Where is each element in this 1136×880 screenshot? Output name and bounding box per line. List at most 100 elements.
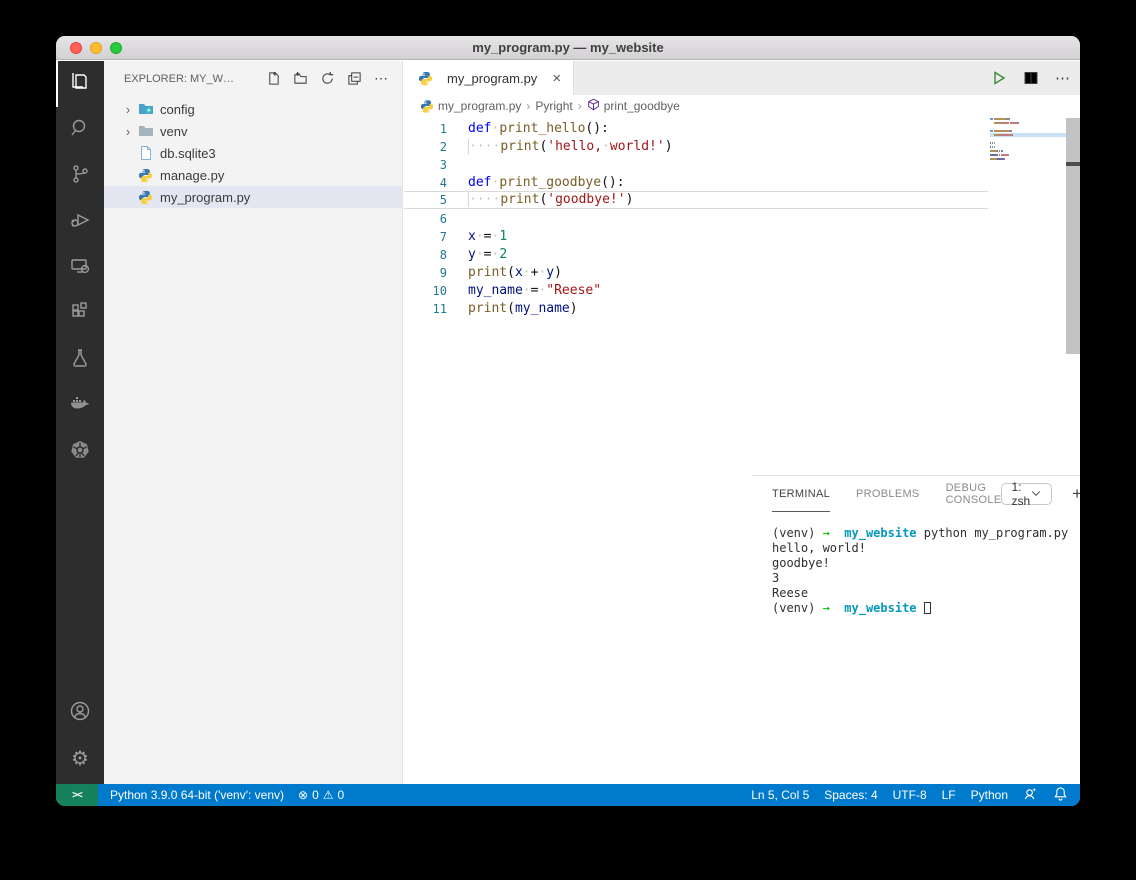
breadcrumb-scope[interactable]: Pyright xyxy=(535,99,572,113)
activity-testing[interactable] xyxy=(56,337,104,383)
activity-extensions[interactable] xyxy=(56,291,104,337)
remote-indicator[interactable]: >< xyxy=(56,784,98,806)
status-bar: >< Python 3.9.0 64-bit ('venv': venv) ⊗ … xyxy=(56,784,1080,806)
python-icon xyxy=(420,99,434,113)
panel-header: TERMINAL PROBLEMS DEBUG CONSOLE 1: zsh + xyxy=(752,476,1080,512)
python-icon xyxy=(138,189,154,205)
line-number: 3 xyxy=(404,156,447,172)
editor-scrollbar[interactable] xyxy=(1066,118,1080,354)
chevron-right-icon[interactable]: › xyxy=(120,102,136,117)
minimap[interactable] xyxy=(990,117,1056,161)
tab-problems[interactable]: PROBLEMS xyxy=(856,476,920,512)
source-control-icon xyxy=(68,162,92,191)
feedback-icon[interactable] xyxy=(1023,786,1038,804)
traffic-lights xyxy=(70,42,122,54)
terminal-line: (venv) → my_website python my_program.py xyxy=(772,526,1068,541)
code-line-current: 5····print('goodbye!') xyxy=(404,191,988,209)
close-tab-icon[interactable]: × xyxy=(552,70,561,87)
file-name: config xyxy=(160,102,195,117)
breadcrumb: my_program.py › Pyright › print_goodbye xyxy=(404,95,1080,117)
python-icon xyxy=(418,70,434,86)
zoom-window-button[interactable] xyxy=(110,42,122,54)
new-terminal-icon[interactable]: + xyxy=(1072,484,1080,504)
refresh-icon[interactable] xyxy=(320,71,335,86)
editor-group: my_program.py × ⋯ my_program.py › Pyrigh… xyxy=(404,61,1080,784)
code-line: 7x·=·1 xyxy=(404,227,988,245)
scrollbar-thumb[interactable] xyxy=(1066,162,1080,166)
code-line: 2····print('hello,·world!') xyxy=(404,137,988,155)
flask-icon xyxy=(68,346,92,375)
close-window-button[interactable] xyxy=(70,42,82,54)
activity-source-control[interactable] xyxy=(56,153,104,199)
eol-status[interactable]: LF xyxy=(942,788,956,802)
code-line: 4def·print_goodbye(): xyxy=(404,173,988,191)
python-interpreter-status[interactable]: Python 3.9.0 64-bit ('venv': venv) xyxy=(110,788,284,802)
explorer-header: EXPLORER: MY_W… ⋯ xyxy=(104,61,402,96)
line-number: 5 xyxy=(404,192,447,208)
file-name: venv xyxy=(160,124,187,139)
split-editor-icon[interactable] xyxy=(1023,70,1039,86)
encoding-status[interactable]: UTF-8 xyxy=(893,788,927,802)
cursor-position-status[interactable]: Ln 5, Col 5 xyxy=(751,788,809,802)
tab-terminal[interactable]: TERMINAL xyxy=(772,476,830,512)
activity-settings[interactable]: ⚙ xyxy=(56,736,104,782)
file-name: manage.py xyxy=(160,168,224,183)
line-number: 9 xyxy=(404,264,447,280)
minimize-window-button[interactable] xyxy=(90,42,102,54)
more-actions-icon[interactable]: ⋯ xyxy=(374,70,388,87)
file-tree-item-config[interactable]: › config xyxy=(104,98,402,120)
docker-whale-icon xyxy=(68,392,92,421)
warning-icon: ⚠ xyxy=(323,788,334,802)
activity-explorer[interactable] xyxy=(56,61,104,107)
code-editor[interactable]: 1def·print_hello():2····print('hello,·wo… xyxy=(404,117,1080,475)
editor-more-icon[interactable]: ⋯ xyxy=(1055,69,1070,87)
folder-config-icon xyxy=(138,101,154,117)
new-file-icon[interactable] xyxy=(266,71,281,86)
remote-explorer-icon xyxy=(68,254,92,283)
activity-account[interactable] xyxy=(56,690,104,736)
breadcrumb-symbol[interactable]: print_goodbye xyxy=(587,98,680,114)
file-tree-item-db.sqlite3[interactable]: db.sqlite3 xyxy=(104,142,402,164)
collapse-all-icon[interactable] xyxy=(347,71,362,86)
file-tree-item-my_program.py[interactable]: my_program.py xyxy=(104,186,402,208)
line-number: 2 xyxy=(404,138,447,154)
workbench: ⚙ EXPLORER: MY_W… ⋯ › config › venv db.sqlit… xyxy=(56,61,1080,784)
terminal-output[interactable]: (venv) → my_website python my_program.py… xyxy=(772,526,1068,616)
breadcrumb-separator: › xyxy=(524,99,532,113)
terminal-line: hello, world! xyxy=(772,541,1068,556)
tab-my-program[interactable]: my_program.py × xyxy=(404,61,574,95)
activity-kubernetes[interactable] xyxy=(56,429,104,475)
language-mode-status[interactable]: Python xyxy=(971,788,1008,802)
code-line: 9print(x·+·y) xyxy=(404,263,988,281)
line-number: 8 xyxy=(404,246,447,262)
notifications-bell-icon[interactable] xyxy=(1053,786,1068,804)
terminal-line: goodbye! xyxy=(772,556,1068,571)
code-line: 10my_name·=·"Reese" xyxy=(404,281,988,299)
tab-bar: my_program.py × ⋯ xyxy=(404,61,1080,95)
activity-remote-explorer[interactable] xyxy=(56,245,104,291)
explorer-sidebar: EXPLORER: MY_W… ⋯ › config › venv db.sqlite3… xyxy=(104,61,403,784)
activity-search[interactable] xyxy=(56,107,104,153)
terminal-picker-dropdown[interactable]: 1: zsh xyxy=(1001,483,1052,505)
breadcrumb-file[interactable]: my_program.py xyxy=(420,99,521,113)
folder-icon xyxy=(138,123,154,139)
file-tree-item-manage.py[interactable]: manage.py xyxy=(104,164,402,186)
python-icon xyxy=(138,167,154,183)
tab-debug-console[interactable]: DEBUG CONSOLE xyxy=(946,476,1002,512)
files-icon xyxy=(68,70,92,99)
file-tree-item-venv[interactable]: › venv xyxy=(104,120,402,142)
debug-icon xyxy=(68,208,92,237)
problems-status[interactable]: ⊗ 0 ⚠ 0 xyxy=(298,788,344,802)
activity-run-debug[interactable] xyxy=(56,199,104,245)
file-icon xyxy=(138,145,154,161)
kubernetes-wheel-icon xyxy=(68,438,92,467)
account-icon xyxy=(68,699,92,728)
new-folder-icon[interactable] xyxy=(293,71,308,86)
activity-docker[interactable] xyxy=(56,383,104,429)
chevron-right-icon[interactable]: › xyxy=(120,124,136,139)
line-number: 1 xyxy=(404,120,447,136)
run-python-file-icon[interactable] xyxy=(991,70,1007,86)
error-icon: ⊗ xyxy=(298,788,308,802)
minimap-line xyxy=(990,157,1056,161)
indentation-status[interactable]: Spaces: 4 xyxy=(824,788,877,802)
